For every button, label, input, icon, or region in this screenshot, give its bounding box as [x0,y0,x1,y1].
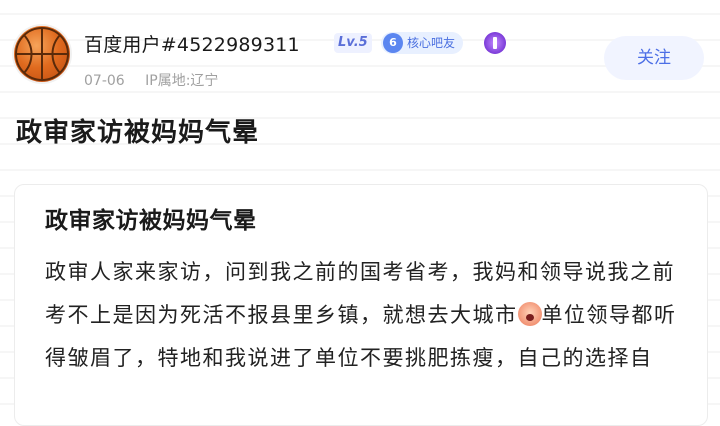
content-card[interactable]: 政审家访被妈妈气晕 政审人家来家访，问到我之前的国考省考，我妈和领导说我之前考不… [14,184,708,426]
core-badge-label: 核心吧友 [407,36,456,50]
medal-icon [484,32,506,54]
basketball-icon [15,27,69,81]
user-avatar[interactable] [14,26,70,82]
post-header: 百度用户#4522989311 Lv.5 6 核心吧友 07-06 IP属地:辽… [0,0,720,110]
card-title: 政审家访被妈妈气晕 [45,208,257,234]
core-badge-number: 6 [383,33,403,53]
ip-location: IP属地:辽宁 [145,73,219,89]
core-member-badge: 6 核心吧友 [381,32,464,54]
level-badge: Lv.5 [334,33,372,53]
angry-face-icon [517,302,542,326]
username[interactable]: 百度用户#4522989311 [84,30,300,57]
post-title: 政审家访被妈妈气晕 [16,118,260,148]
post-meta: 07-06 IP属地:辽宁 [84,70,218,90]
post-date: 07-06 [84,73,125,89]
card-body: 政审人家来家访，问到我之前的国考省考，我妈和领导说我之前考不上是因为死活不报县里… [45,251,677,380]
follow-button[interactable]: 关注 [604,36,704,80]
